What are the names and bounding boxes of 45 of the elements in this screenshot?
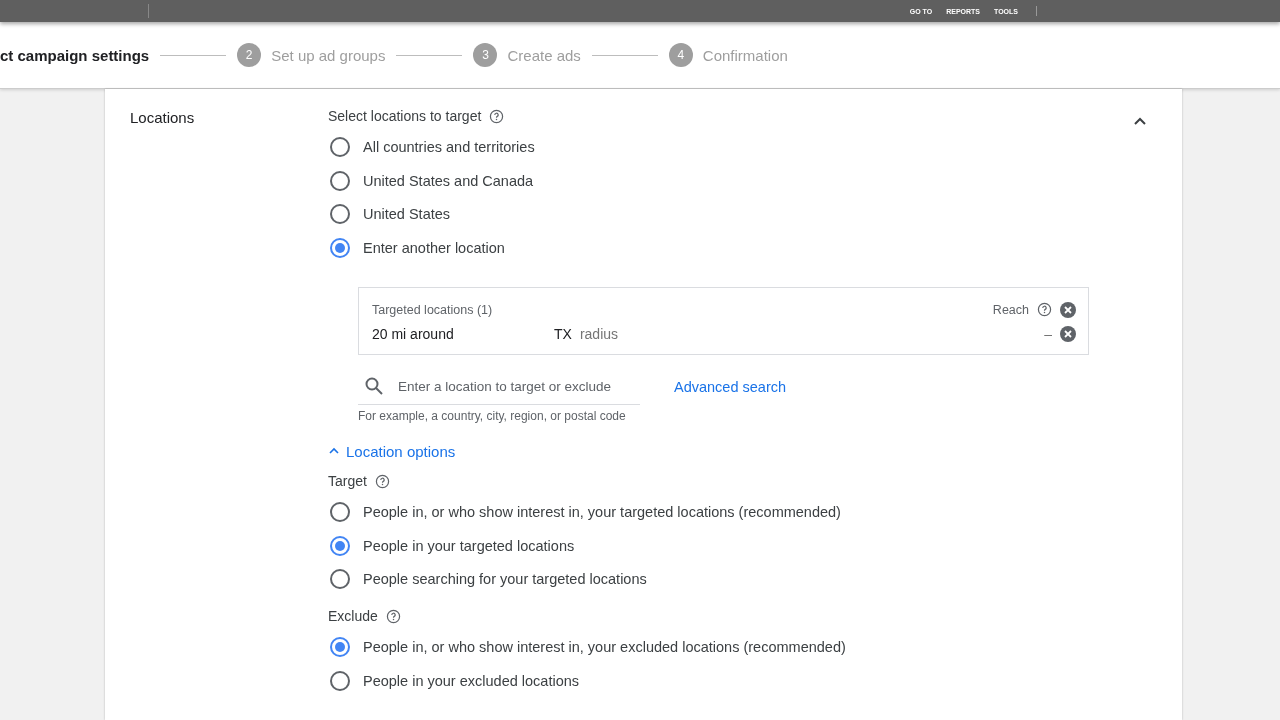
radio-button[interactable] [330, 569, 350, 590]
radio-label: All countries and territories [363, 138, 535, 155]
location-options-toggle[interactable]: Location options [328, 442, 456, 460]
radio-label: People in your targeted locations [363, 537, 575, 554]
option-heading: Exclude [328, 608, 378, 625]
radio-button[interactable] [330, 237, 350, 258]
radio-button[interactable] [330, 170, 350, 191]
radio-label: Enter another location [363, 239, 505, 256]
option-heading: Target [328, 473, 367, 490]
radio-label: People in, or who show interest in, your excluded locations (recommended) [363, 639, 846, 656]
radio-button[interactable] [330, 502, 350, 523]
remove-icon[interactable] [1060, 325, 1076, 342]
reach-value: – [1044, 325, 1052, 342]
search-icon [364, 376, 384, 397]
radio-label: People in, or who show interest in, your targeted locations (recommended) [363, 504, 841, 521]
radio-button[interactable] [330, 535, 350, 556]
section-title: Locations [130, 109, 195, 126]
radio-label: People searching for your targeted locations [363, 571, 647, 588]
step-label[interactable]: Create ads [507, 46, 581, 64]
step-number: 3 [473, 43, 498, 67]
radio-label: People in your excluded locations [363, 672, 580, 689]
step-number: 2 [237, 43, 262, 67]
radio-button[interactable] [330, 670, 350, 691]
radio-label: United States and Canada [363, 172, 534, 189]
step-label[interactable]: Confirmation [702, 46, 788, 64]
location-name: 20 mi around [372, 325, 455, 342]
advanced-search-link[interactable]: Advanced search [674, 378, 787, 395]
step-number: 4 [668, 43, 693, 67]
remove-icon[interactable] [1060, 301, 1076, 318]
search-hint: For example, a country, city, region, or postal code [358, 408, 627, 423]
help-icon[interactable] [385, 608, 401, 624]
step-label[interactable]: ct campaign settings [0, 46, 150, 64]
help-icon[interactable] [374, 473, 390, 489]
help-icon[interactable] [489, 108, 505, 124]
location-place: TX [554, 325, 572, 342]
radio-label: United States [363, 206, 451, 223]
help-icon[interactable] [1037, 302, 1052, 318]
radio-button[interactable] [330, 204, 350, 225]
radio-button[interactable] [330, 637, 350, 658]
step-label[interactable]: Set up ad groups [271, 46, 386, 64]
section-heading: Select locations to target [328, 108, 482, 124]
reach-label: Reach [992, 302, 1029, 317]
panel-title: Targeted locations (1) [372, 302, 493, 317]
location-type: radius [579, 325, 619, 342]
radio-button[interactable] [330, 136, 350, 157]
